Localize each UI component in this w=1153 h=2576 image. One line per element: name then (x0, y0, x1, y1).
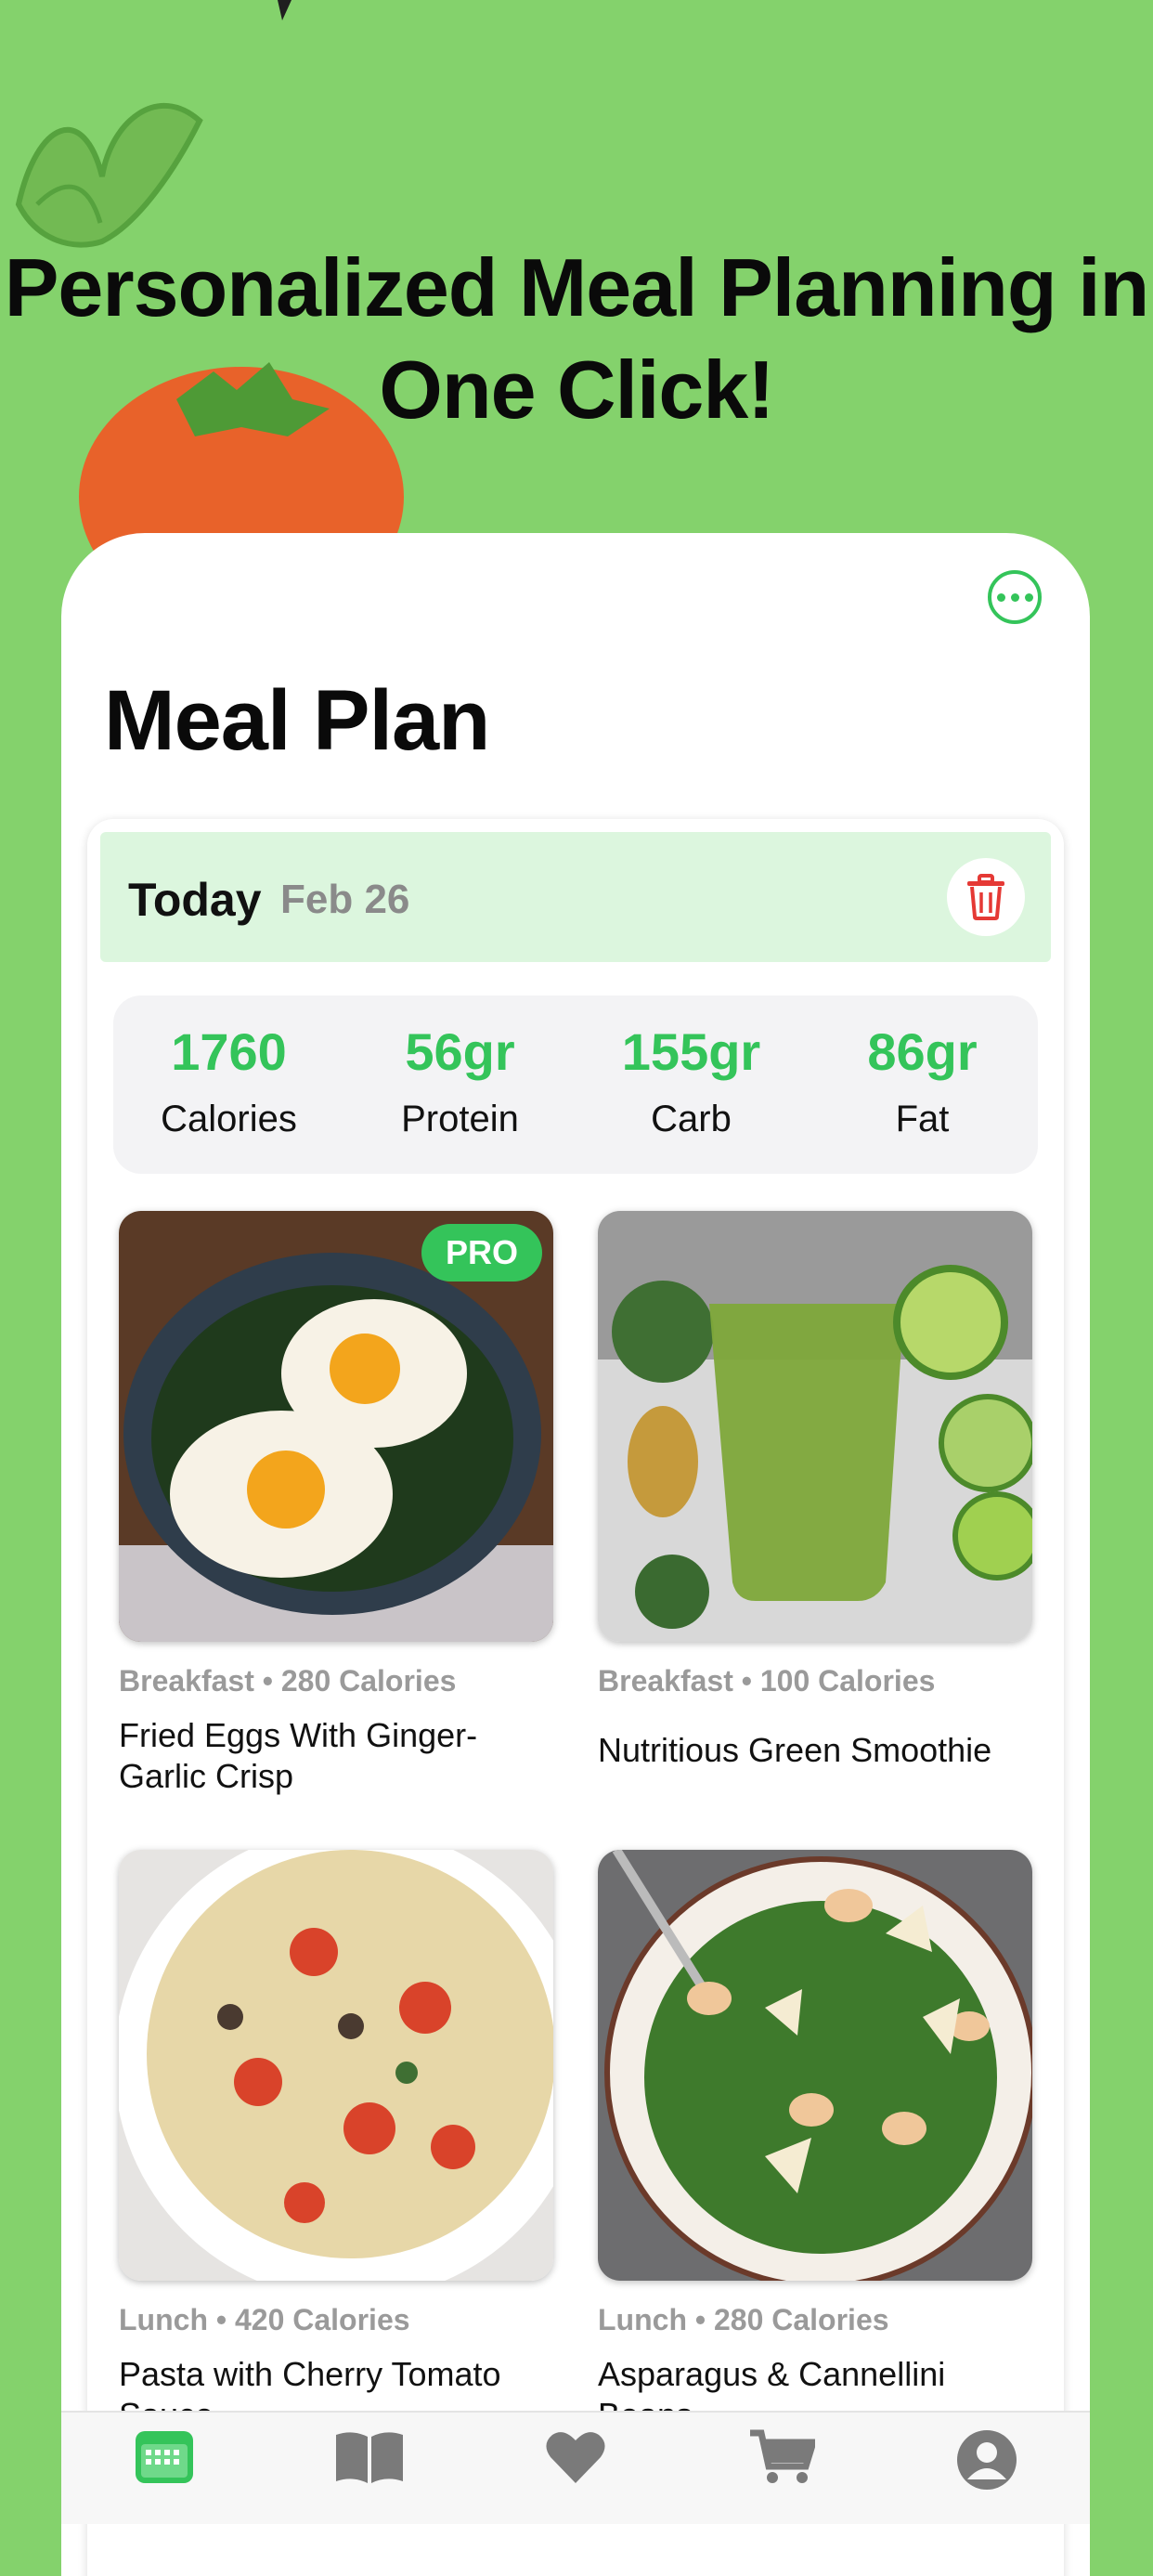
macro-value: 56gr (405, 1022, 515, 1081)
meal-title: Nutritious Green Smoothie (598, 1731, 992, 1769)
meal-card[interactable]: Lunch • 280 Calories Asparagus & Cannell… (598, 1850, 1034, 2436)
meal-meta: Breakfast • 100 Calories (598, 1664, 936, 1698)
macro-summary: 1760 Calories 56gr Protein 155gr Carb 86… (113, 995, 1038, 1174)
app-screen: Meal Plan Today Feb 26 1760 Calories 56g… (61, 533, 1090, 2576)
meal-photo-eggs: PRO (119, 1211, 553, 1642)
meal-meta: Lunch • 280 Calories (598, 2303, 889, 2336)
meal-meta: Breakfast • 280 Calories (119, 1664, 457, 1698)
meal-card[interactable]: Breakfast • 100 Calories Nutritious Gree… (598, 1211, 1034, 1771)
macro-protein: 56gr Protein (344, 995, 576, 1174)
day-header: Today Feb 26 (100, 832, 1051, 962)
profile-icon (957, 2430, 1017, 2490)
day-label: Today (128, 874, 262, 926)
promo-headline: Personalized Meal Planning in One Click! (4, 241, 1150, 436)
tab-bar (61, 2411, 1090, 2524)
page-title: Meal Plan (104, 673, 490, 768)
stem-illustration (278, 0, 291, 20)
calendar-icon (135, 2431, 193, 2483)
delete-day-button[interactable] (947, 858, 1025, 936)
macro-value: 1760 (171, 1022, 287, 1081)
tab-shopping[interactable] (679, 2413, 885, 2524)
meal-title: Fried Eggs With Ginger-Garlic Crisp (119, 1716, 478, 1795)
tab-calendar[interactable] (61, 2413, 267, 2524)
macro-carb: 155gr Carb (576, 995, 807, 1174)
more-options-button[interactable] (988, 570, 1042, 624)
macro-calories: 1760 Calories (113, 995, 344, 1174)
book-icon (336, 2432, 404, 2483)
macro-label: Fat (895, 1099, 950, 1139)
meal-photo-smoothie (598, 1211, 1032, 1642)
meal-card[interactable]: PRO Breakfast • 280 Calories Fried Eggs … (119, 1211, 555, 1797)
tab-recipes[interactable] (267, 2413, 473, 2524)
more-dot (996, 592, 1005, 602)
macro-value: 86gr (867, 1022, 978, 1081)
macro-label: Protein (401, 1099, 519, 1139)
macro-value: 155gr (621, 1022, 761, 1081)
day-plan-card: Today Feb 26 1760 Calories 56gr Protein (87, 819, 1064, 2576)
cart-icon (749, 2429, 815, 2483)
macro-fat: 86gr Fat (807, 995, 1038, 1174)
macro-label: Carb (651, 1099, 732, 1139)
more-dot (1024, 592, 1033, 602)
pro-badge: PRO (421, 1224, 542, 1281)
tab-favorites[interactable] (473, 2413, 679, 2524)
heart-icon (546, 2432, 605, 2483)
meal-photo-pasta (119, 1850, 553, 2281)
more-dot (1010, 592, 1019, 602)
macro-label: Calories (161, 1099, 297, 1139)
tab-profile[interactable] (884, 2413, 1090, 2524)
trash-icon (967, 874, 1004, 920)
day-date: Feb 26 (280, 877, 410, 922)
meal-photo-salad (598, 1850, 1032, 2281)
meal-card[interactable]: Lunch • 420 Calories Pasta with Cherry T… (119, 1850, 555, 2436)
meal-meta: Lunch • 420 Calories (119, 2303, 410, 2336)
